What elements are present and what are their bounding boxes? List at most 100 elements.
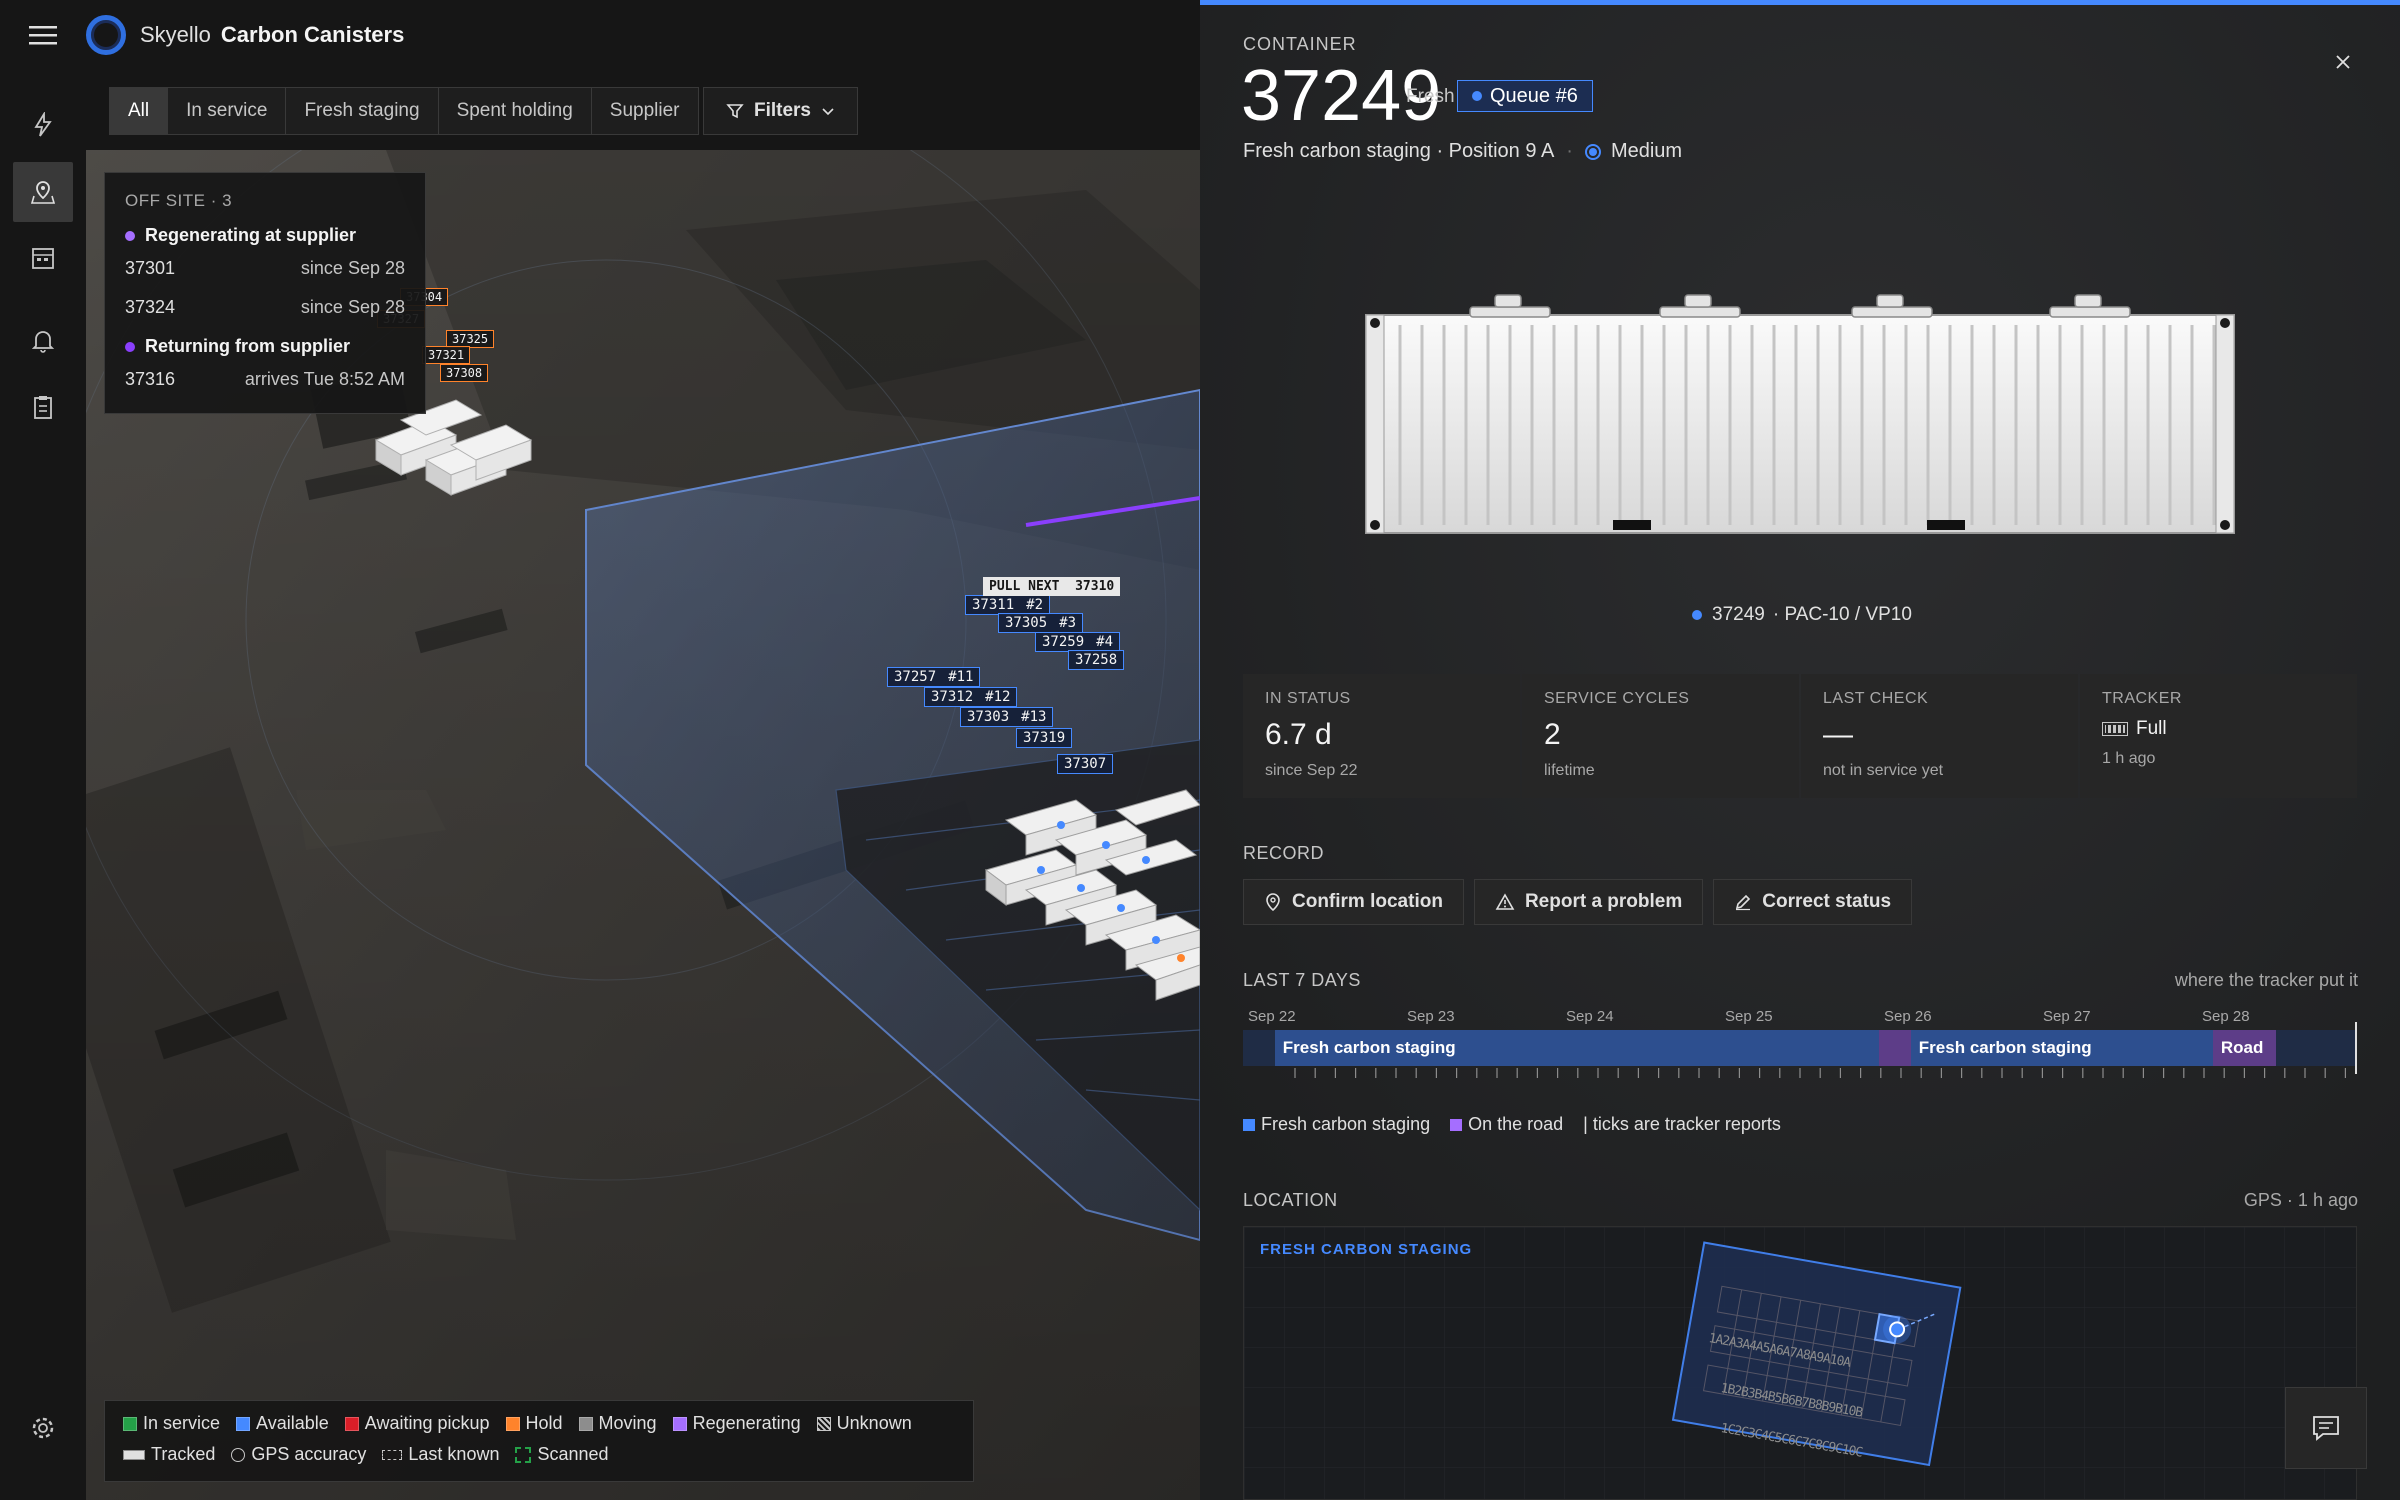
legend-label: Tracked [151, 1444, 216, 1464]
stat-sub: 1 h ago [2102, 750, 2156, 767]
container-id: 37316 [125, 369, 176, 389]
status-timeline[interactable]: Fresh carbon staging Fresh carbon staging… [1243, 1022, 2357, 1074]
stat-value-text: Full [2136, 718, 2167, 739]
legend-item: Scanned [515, 1444, 609, 1465]
map-label[interactable]: 37308 [440, 364, 489, 382]
label-rank: #12 [985, 689, 1011, 705]
location-title: LOCATION [1243, 1190, 1338, 1210]
timeline-segment-road[interactable] [1879, 1030, 1911, 1066]
stat-sub: not in service yet [1823, 762, 1944, 779]
app-header: Skyello Carbon Canisters [0, 0, 1200, 70]
legend-label: On the road [1468, 1114, 1564, 1134]
legend-item: Last known [382, 1444, 499, 1465]
bell-icon [31, 331, 55, 353]
map-label[interactable]: 37312 #12 [924, 687, 1018, 707]
label-rank: #11 [948, 669, 974, 685]
label-id: 37307 [1064, 756, 1107, 772]
brand-name: Skyello [140, 22, 211, 47]
bolt-icon [34, 112, 52, 137]
legend-swatch [344, 1416, 359, 1431]
rail-item-alerts[interactable] [13, 311, 73, 371]
location-line: Fresh carbon staging · Position 9 A · Me… [1243, 140, 1682, 163]
timeline-legend: Fresh carbon staging On the road | ticks a… [1243, 1114, 1781, 1135]
left-rail [0, 70, 86, 1500]
map-label[interactable]: 37311 #2 [965, 595, 1051, 615]
container-caption: 37249 · PAC-10 / VP10 [1692, 604, 1912, 626]
legend-item: Unknown [816, 1413, 912, 1434]
stat-card: LAST CHECK — not in service yet [1801, 674, 2078, 798]
chat-button[interactable] [2285, 1387, 2367, 1469]
legend-label: Hold [525, 1413, 563, 1433]
day-label: Sep 26 [1884, 1008, 1932, 1025]
legend-label: GPS accuracy [251, 1444, 367, 1464]
app-logo [86, 15, 126, 55]
product-name: Carbon Canisters [220, 22, 405, 47]
map-label[interactable]: 37321 [422, 346, 471, 364]
button-label: Correct status [1762, 891, 1892, 912]
label-rank: #4 [1096, 634, 1114, 650]
container-status: since Sep 28 [300, 297, 405, 317]
tab-in-service[interactable]: In service [168, 88, 287, 134]
legend-label: In service [143, 1413, 221, 1433]
offsite-group-header: Regenerating at supplier [125, 225, 405, 246]
tab-supplier[interactable]: Supplier [592, 88, 698, 134]
offsite-row[interactable]: 37324 since Sep 28 [125, 297, 405, 318]
map-label[interactable]: 37259 #4 [1035, 632, 1121, 652]
location-minimap[interactable]: FRESH CARBON STAGING 1A2A3A4A5A6A7A8A9A1… [1243, 1226, 2357, 1500]
menu-button[interactable] [0, 0, 86, 70]
rail-item-reports[interactable] [13, 377, 73, 437]
map-label[interactable]: 37307 [1057, 754, 1114, 774]
label-id: 37312 [931, 689, 974, 705]
pull-next-label[interactable]: PULL NEXT 37310 [983, 577, 1121, 596]
offsite-row[interactable]: 37316 arrives Tue 8:52 AM [125, 369, 405, 390]
map-label[interactable]: 37257 #11 [887, 667, 981, 687]
history-note: where the tracker put it [2174, 970, 2358, 990]
rail-item-schedule[interactable] [13, 228, 73, 288]
tab-all[interactable]: All [110, 88, 169, 134]
timeline-segment-road[interactable]: Road [2212, 1030, 2277, 1066]
priority-icon [1584, 143, 1601, 160]
legend-label: Fresh carbon staging [1261, 1114, 1431, 1134]
confirm-location-button[interactable]: Confirm location [1243, 879, 1464, 925]
rail-item-map[interactable] [13, 162, 73, 222]
legend-swatch [1243, 1118, 1255, 1131]
offsite-group-header: Returning from supplier [125, 336, 405, 357]
legend-swatch [578, 1416, 593, 1431]
stat-value-text: 6.7 d [1265, 718, 1332, 751]
label-rank: #3 [1059, 615, 1077, 631]
report-a-problem-button[interactable]: Report a problem [1473, 879, 1704, 925]
timeline-note: | ticks are tracker reports [1583, 1114, 1781, 1134]
status-dot [125, 341, 135, 352]
status-dot [125, 230, 135, 241]
button-label: Report a problem [1524, 891, 1683, 912]
state-tag: Fresh [1406, 86, 1455, 107]
correct-status-button[interactable]: Correct status [1713, 879, 1913, 925]
history-title: LAST 7 DAYS [1243, 970, 1361, 990]
legend-item: Regenerating [672, 1413, 801, 1434]
legend-item: Moving [578, 1413, 657, 1434]
timeline-segment-staging[interactable]: Fresh carbon staging [1910, 1030, 2213, 1066]
legend-label: Available [256, 1413, 329, 1433]
stat-value: 2 [1544, 718, 1777, 752]
container-status: since Sep 28 [300, 258, 405, 278]
tab-spent-holding[interactable]: Spent holding [439, 88, 592, 134]
stat-value: Full [2102, 718, 2335, 740]
container-illustration [1365, 294, 2235, 534]
filters-button[interactable]: Filters [703, 87, 858, 135]
day-label: Sep 28 [2202, 1008, 2250, 1025]
timeline-segment-staging[interactable]: Fresh carbon staging [1274, 1030, 1879, 1066]
map-label[interactable]: 37258 [1068, 650, 1125, 670]
rail-item-activity[interactable] [13, 95, 73, 155]
filters-label: Filters [753, 100, 812, 121]
map-label[interactable]: 37319 [1016, 728, 1073, 748]
offsite-row[interactable]: 37301 since Sep 28 [125, 258, 405, 279]
close-button[interactable] [2325, 44, 2361, 80]
tab-fresh-staging[interactable]: Fresh staging [286, 88, 439, 134]
offsite-title: OFF SITE · 3 [125, 191, 233, 210]
map-label[interactable]: 37305 #3 [998, 613, 1084, 633]
warning-icon [1495, 893, 1515, 911]
day-label: Sep 22 [1248, 1008, 1296, 1025]
map-label[interactable]: 37303 #13 [960, 707, 1054, 727]
stat-label: IN STATUS [1265, 690, 1351, 707]
rail-item-settings[interactable] [13, 1398, 73, 1458]
